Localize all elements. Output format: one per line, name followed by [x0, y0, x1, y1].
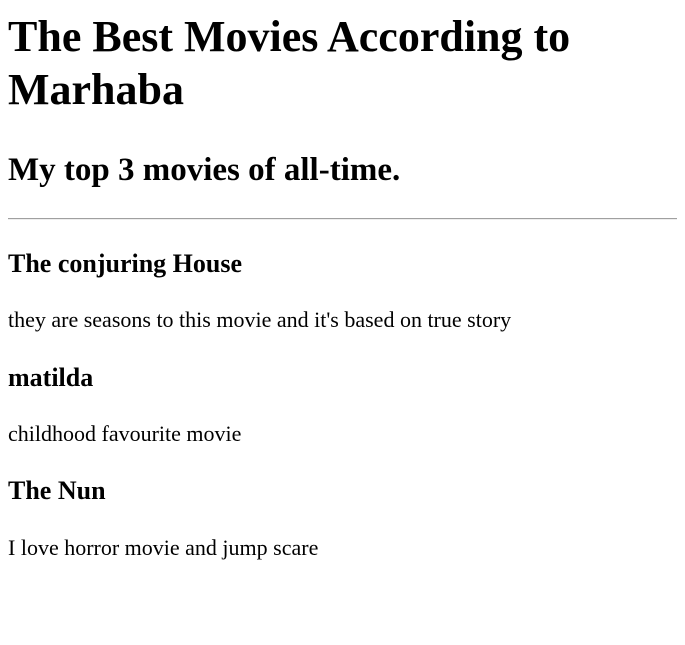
movie-description: they are seasons to this movie and it's … — [8, 307, 512, 333]
page-subtitle: My top 3 movies of all-time. — [8, 151, 401, 188]
movie-item: matilda childhood favourite movie — [8, 362, 677, 448]
page-title: The Best Movies According to Marhaba — [8, 12, 571, 114]
movie-title: The Nun — [8, 476, 106, 506]
movie-description: I love horror movie and jump scare — [8, 534, 319, 560]
movie-title: The conjuring House — [8, 249, 243, 279]
movie-item: The conjuring House they are seasons to … — [8, 248, 677, 334]
movie-item: The Nun I love horror movie and jump sca… — [8, 475, 677, 561]
movie-list: The conjuring House they are seasons to … — [8, 248, 677, 561]
movie-title: matilda — [8, 362, 94, 392]
movie-description: childhood favourite movie — [8, 420, 242, 446]
divider — [8, 218, 677, 221]
